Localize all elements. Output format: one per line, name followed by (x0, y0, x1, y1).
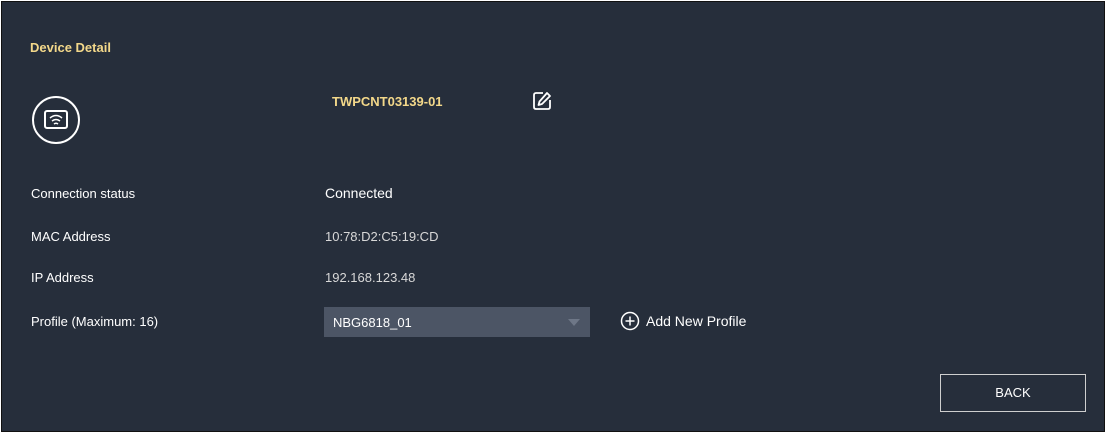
add-new-profile-label: Add New Profile (646, 313, 747, 329)
edit-icon[interactable] (531, 90, 553, 112)
connection-status-value: Connected (325, 185, 393, 201)
mac-address-label: MAC Address (31, 229, 111, 244)
connection-status-label: Connection status (31, 186, 136, 201)
profile-select-value: NBG6818_01 (333, 315, 412, 330)
chevron-down-icon (568, 319, 580, 326)
ip-address-value: 192.168.123.48 (325, 270, 416, 285)
add-new-profile-button[interactable]: Add New Profile (620, 311, 746, 331)
device-detail-panel: Device Detail TWPCNT03139-01 Connection … (1, 1, 1105, 432)
page-title: Device Detail (30, 40, 111, 55)
mac-address-value: 10:78:D2:C5:19:CD (325, 229, 439, 244)
plus-circle-icon (620, 311, 640, 331)
device-name: TWPCNT03139-01 (332, 94, 443, 109)
wireless-device-icon (32, 96, 80, 144)
profile-select[interactable]: NBG6818_01 (324, 307, 590, 337)
ip-address-label: IP Address (31, 270, 94, 285)
profile-label: Profile (Maximum: 16) (31, 314, 159, 329)
back-button[interactable]: BACK (940, 374, 1086, 412)
